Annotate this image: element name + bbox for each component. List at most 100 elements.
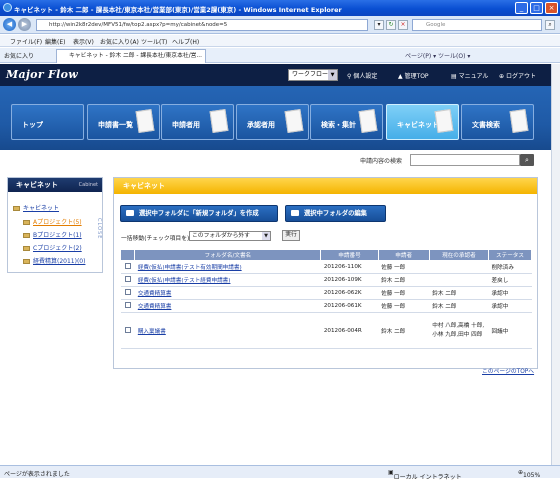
panel-title: キャビネット (114, 178, 537, 194)
tree-item-expense[interactable]: 経費精算(2011)(0) (23, 256, 85, 265)
cabinet-sidebar: キャビネット Cabinet キャビネット Aプロジェクト(5) Bプロジェクト(… (7, 177, 103, 273)
compat-icon[interactable]: ▾ (374, 20, 384, 30)
document-link[interactable]: 経費(仮払)申請書(テスト経費申請書) (138, 278, 231, 284)
cell-status: 承認中 (488, 299, 532, 313)
maximize-button[interactable]: □ (530, 2, 543, 14)
col-status: ステータス (488, 249, 532, 261)
cell-approver: 鈴木 二郎 (429, 299, 489, 313)
cabinet-icon (434, 108, 454, 134)
tree-item-a-project[interactable]: Aプロジェクト(5) (23, 217, 82, 226)
cell-number: 201206-110K (320, 260, 379, 274)
folder-icon (13, 206, 20, 211)
browser-search-input[interactable]: Google (412, 19, 542, 31)
personal-settings-link[interactable]: ⚲ 個人設定 (347, 71, 377, 80)
cabinet-main-panel: キャビネット 選択中フォルダに「新規フォルダ」を作成 選択中フォルダの編集 一括… (113, 177, 538, 369)
menu-edit[interactable]: 編集(E) (45, 37, 65, 46)
url-field[interactable]: http://win2k8r2dev/MFV51/fw/top2.aspx?p=… (36, 19, 368, 31)
content-search-input[interactable] (410, 154, 520, 166)
row-checkbox[interactable] (124, 263, 131, 269)
document-link[interactable]: 経費(仮払)申請書(テスト有効期間申請書) (138, 265, 242, 271)
vertical-scrollbar[interactable] (551, 64, 560, 465)
page-top-link[interactable]: このページのTOPへ (482, 366, 534, 375)
favorites-button[interactable]: お気に入り (4, 51, 34, 60)
main-nav: トップ 申請書一覧 申請者用 承認者用 検索・集計 キャビネット 文書検索 (0, 86, 560, 150)
row-checkbox[interactable] (124, 302, 131, 308)
tree-root[interactable]: キャビネット (13, 203, 59, 212)
folder-icon (23, 246, 30, 251)
menu-file[interactable]: ファイル(F) (10, 37, 42, 46)
stamp-icon (284, 108, 304, 134)
row-checkbox[interactable] (124, 289, 131, 295)
menu-help[interactable]: ヘルプ(H) (172, 37, 199, 46)
command-bar[interactable]: ページ(P) ▾ ツール(O) ▾ (405, 51, 470, 60)
browser-tab[interactable]: キャビネット - 鈴木 二郎 - 課長本社/東京本社/営... (56, 49, 206, 63)
table-row: 交通費精算書 201206-062K 佐藤 一郎 鈴木 二郎 承認中 (120, 286, 532, 300)
nav-cabinet[interactable]: キャビネット (386, 104, 459, 140)
nav-application-list[interactable]: 申請書一覧 (87, 104, 160, 140)
menu-favorites[interactable]: お気に入り(A) (100, 37, 139, 46)
row-checkbox[interactable] (124, 276, 131, 282)
window-title: キャビネット - 鈴木 二郎 - 課長本社/東京本社/営業部(東京)/営業2課(… (14, 6, 342, 14)
cell-applicant: 鈴木 二郎 (378, 273, 430, 287)
nav-approver[interactable]: 承認者用 (236, 104, 309, 140)
refresh-icon[interactable]: ↻ (386, 20, 396, 30)
sidebar-header: キャビネット Cabinet (8, 178, 102, 192)
ie-logo-icon (3, 3, 12, 12)
zoom-level[interactable]: ⊕ 105% (518, 469, 540, 479)
nav-top[interactable]: トップ (11, 104, 84, 140)
manual-link[interactable]: ▤ マニュアル (451, 71, 488, 80)
bulk-move-label: 一括移動(チェック項目を) (121, 236, 190, 242)
folder-add-icon (126, 210, 134, 216)
table-row: 購入稟議書 201206-004R 鈴木 二郎 中村 八郎,高橋 十郎,小林 九… (120, 312, 532, 349)
row-checkbox[interactable] (124, 326, 131, 333)
cell-applicant: 佐藤 一郎 (378, 299, 430, 313)
execute-button[interactable]: 実行 (282, 230, 300, 241)
cell-approver: 鈴木 二郎 (429, 286, 489, 300)
menu-tools[interactable]: ツール(T) (141, 37, 167, 46)
folder-icon (23, 220, 30, 225)
app-header: Major Flow ワークフロー ▼ ⚲ 個人設定 ▲ 管理TOP ▤ マニュア… (0, 64, 560, 86)
folder-icon (23, 259, 30, 264)
menu-view[interactable]: 表示(V) (73, 37, 94, 46)
document-check-icon (209, 108, 229, 134)
tree-item-b-project[interactable]: Bプロジェクト(1) (23, 230, 82, 239)
workflow-select[interactable]: ワークフロー ▼ (288, 69, 338, 81)
create-folder-button[interactable]: 選択中フォルダに「新規フォルダ」を作成 (120, 205, 278, 222)
back-button[interactable]: ◀ (3, 18, 16, 31)
tree-item-c-project[interactable]: Cプロジェクト(2) (23, 243, 82, 252)
close-window-button[interactable]: × (545, 2, 558, 14)
cell-number: 201206-062K (320, 286, 379, 300)
minimize-button[interactable]: _ (515, 2, 528, 14)
admin-top-link[interactable]: ▲ 管理TOP (398, 71, 429, 80)
favorites-bar: お気に入り キャビネット - 鈴木 二郎 - 課長本社/東京本社/営... ペー… (0, 48, 560, 63)
cell-applicant: 鈴木 二郎 (378, 312, 430, 349)
cell-approver (429, 273, 489, 287)
chevron-down-icon: ▼ (262, 232, 270, 240)
nav-document-search[interactable]: 文書検索 (461, 104, 534, 140)
logout-link[interactable]: ⊕ ログアウト (499, 71, 536, 80)
folder-edit-icon (291, 210, 299, 216)
nav-search-aggregate[interactable]: 検索・集計 (310, 104, 383, 140)
status-bar: ページが表示されました ▣ ローカル イントラネット ⊕ 105% (0, 465, 560, 481)
col-name: フォルダ名/文書名 (134, 249, 322, 261)
stop-icon[interactable]: × (398, 20, 408, 30)
cell-applicant: 佐藤 一郎 (378, 260, 430, 274)
cabinet-table: フォルダ名/文書名 申請番号 申請者 現在の承認者 ステータス 経費(仮払)申請… (119, 249, 532, 349)
document-link[interactable]: 購入稟議書 (138, 329, 166, 335)
edit-folder-button[interactable]: 選択中フォルダの編集 (285, 205, 386, 222)
cell-applicant: 佐藤 一郎 (378, 286, 430, 300)
forward-button[interactable]: ▶ (18, 18, 31, 31)
nav-applicant[interactable]: 申請者用 (161, 104, 234, 140)
content-search-button[interactable]: ⌕ (520, 154, 534, 166)
search-icon[interactable]: ⌕ (545, 20, 555, 30)
document-link[interactable]: 交通費精算書 (138, 304, 172, 310)
table-row: 交通費精算書 201206-061K 佐藤 一郎 鈴木 二郎 承認中 (120, 299, 532, 313)
menu-bar: ファイル(F) 編集(E) 表示(V) お気に入り(A) ツール(T) ヘルプ(… (0, 35, 560, 47)
col-number: 申請番号 (320, 249, 379, 261)
col-approver: 現在の承認者 (428, 249, 490, 261)
bulk-move-select[interactable]: このフォルダから外す ▼ (189, 231, 271, 241)
sidebar-close-tab[interactable]: CLOSE (96, 218, 102, 239)
cell-number: 201206-109K (320, 273, 379, 287)
col-applicant: 申請者 (377, 249, 430, 261)
document-link[interactable]: 交通費精算書 (138, 291, 172, 297)
